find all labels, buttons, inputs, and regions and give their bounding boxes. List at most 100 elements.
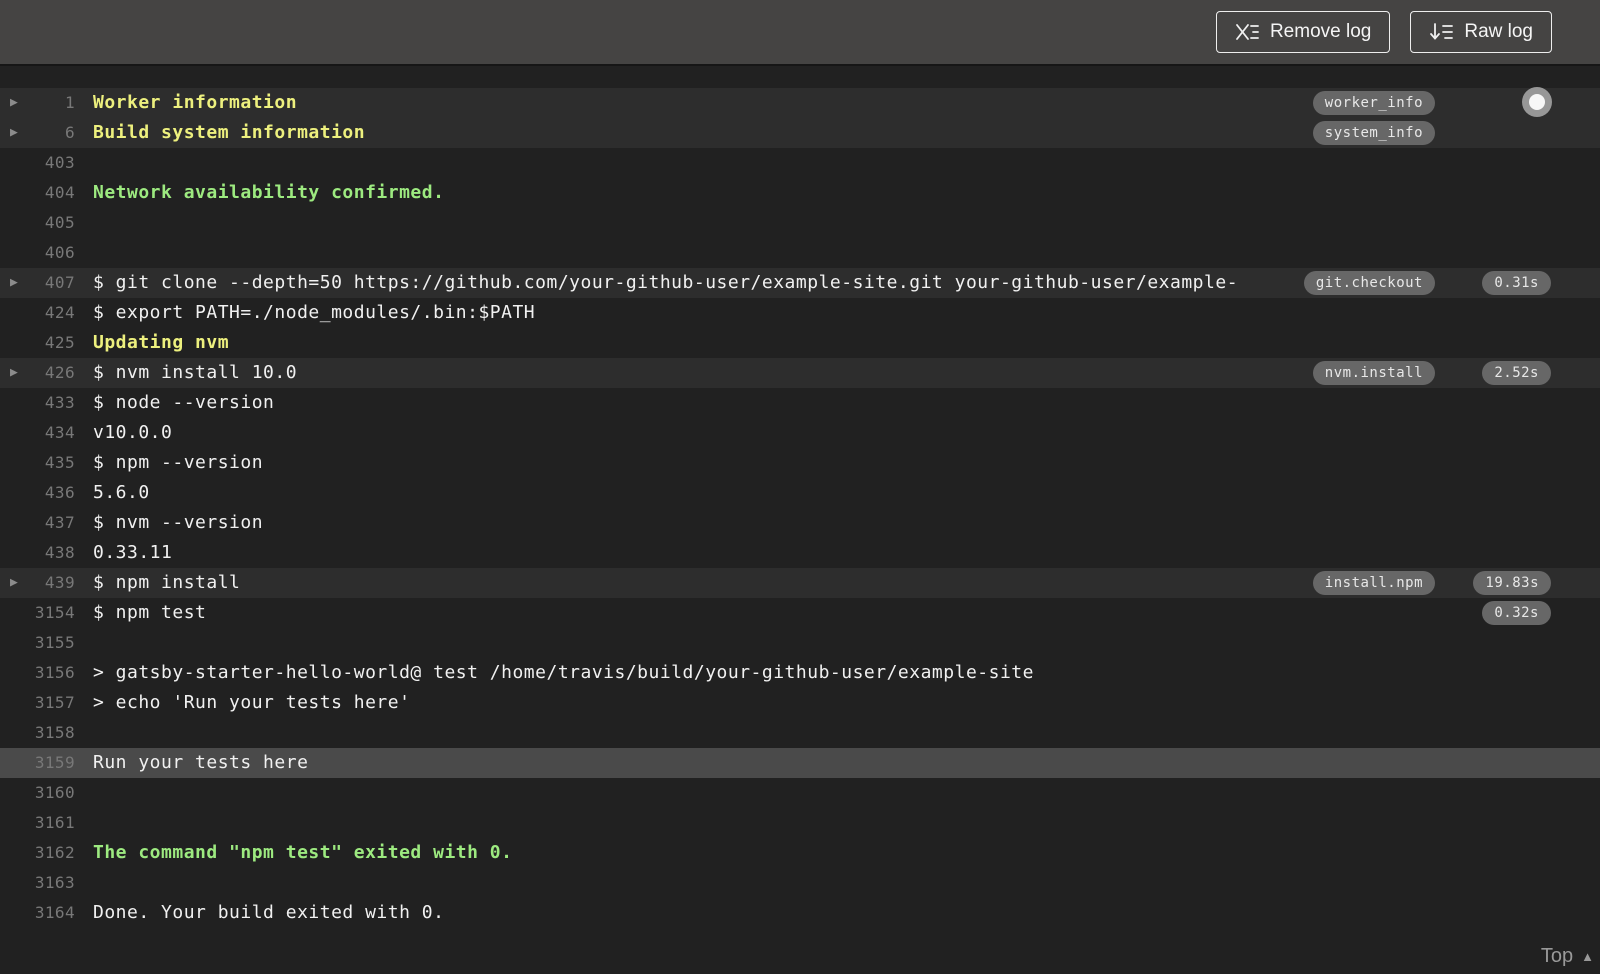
line-number-link[interactable]: 6 [65, 123, 75, 142]
log-line-text: Network availability confirmed. [93, 182, 445, 203]
log-row[interactable]: ▶ 6 Build system information system_info [0, 118, 1600, 148]
log-line-text: Done. Your build exited with 0. [93, 902, 445, 923]
log-row-gutter: 404 [0, 178, 93, 208]
log-rows: ▶ 1 Worker information worker_info ▶ 6 Build s… [0, 88, 1600, 928]
log-row: 405 [0, 208, 1600, 238]
log-row-gutter: 3162 [0, 838, 93, 868]
log-row: 403 [0, 148, 1600, 178]
fold-name-badge: system_info [1312, 121, 1435, 145]
log-row-gutter: 3154 [0, 598, 93, 628]
line-number-link[interactable]: 424 [45, 303, 75, 322]
line-number-link[interactable]: 3163 [35, 873, 75, 892]
line-number-link[interactable]: 3162 [35, 843, 75, 862]
log-line-text: $ npm test [93, 602, 207, 623]
log-line-text: > echo 'Run your tests here' [93, 692, 411, 713]
remove-log-label: Remove log [1269, 21, 1372, 42]
fold-toggle-icon[interactable]: ▶ [10, 568, 18, 598]
line-number-link[interactable]: 403 [45, 153, 75, 172]
remove-log-button[interactable]: Remove log [1215, 11, 1391, 53]
log-row: 3154 $ npm test 0.32s [0, 598, 1600, 628]
log-row-gutter: 3163 [0, 868, 93, 898]
line-number-link[interactable]: 3156 [35, 663, 75, 682]
log-row-gutter: ▶ 6 [0, 118, 93, 148]
log-row-gutter: ▶ 407 [0, 268, 93, 298]
raw-log-button[interactable]: Raw log [1410, 11, 1552, 53]
log-row-gutter: 437 [0, 508, 93, 538]
log-line-text: $ nvm --version [93, 512, 264, 533]
duration-badge: 2.52s [1482, 361, 1551, 385]
log-row: 3156 > gatsby-starter-hello-world@ test /… [0, 658, 1600, 688]
log-line-text: 5.6.0 [93, 482, 150, 503]
raw-log-icon [1429, 21, 1454, 43]
log-row: 436 5.6.0 [0, 478, 1600, 508]
duration-badge: 0.32s [1482, 601, 1551, 625]
line-number-link[interactable]: 439 [45, 573, 75, 592]
log-row: 3158 [0, 718, 1600, 748]
fold-name-badge: install.npm [1312, 571, 1435, 595]
log-row: 406 [0, 238, 1600, 268]
log-row-gutter: ▶ 439 [0, 568, 93, 598]
log-row: 3159 Run your tests here [0, 748, 1600, 778]
line-number-link[interactable]: 3158 [35, 723, 75, 742]
line-number-link[interactable]: 437 [45, 513, 75, 532]
log-line-text: 0.33.11 [93, 542, 173, 563]
log-line-text: The command "npm test" exited with 0. [93, 842, 513, 863]
log-row-gutter: 425 [0, 328, 93, 358]
log-row-gutter: 3161 [0, 808, 93, 838]
line-number-link[interactable]: 433 [45, 393, 75, 412]
line-number-link[interactable]: 426 [45, 363, 75, 382]
fold-toggle-icon[interactable]: ▶ [10, 358, 18, 388]
line-number-link[interactable]: 3157 [35, 693, 75, 712]
log-line-text: Build system information [93, 122, 366, 143]
fold-toggle-icon[interactable]: ▶ [10, 118, 18, 148]
log-line-text: $ npm --version [93, 452, 264, 473]
line-number-link[interactable]: 1 [65, 93, 75, 112]
log-row-gutter: 403 [0, 148, 93, 178]
scroll-position-indicator[interactable] [1522, 87, 1552, 117]
log-row-gutter: 405 [0, 208, 93, 238]
line-number-link[interactable]: 3160 [35, 783, 75, 802]
log-line-text: Run your tests here [93, 752, 309, 773]
line-number-link[interactable]: 438 [45, 543, 75, 562]
line-number-link[interactable]: 425 [45, 333, 75, 352]
log-row[interactable]: ▶ 426 $ nvm install 10.0 nvm.install 2.52s [0, 358, 1600, 388]
log-row-gutter: 3158 [0, 718, 93, 748]
raw-log-label: Raw log [1464, 21, 1533, 42]
line-number-link[interactable]: 405 [45, 213, 75, 232]
log-row: 433 $ node --version [0, 388, 1600, 418]
log-row-gutter: 433 [0, 388, 93, 418]
log-row-gutter: 3155 [0, 628, 93, 658]
line-number-link[interactable]: 3154 [35, 603, 75, 622]
line-number-link[interactable]: 3164 [35, 903, 75, 922]
chevron-up-icon: ▲ [1581, 949, 1594, 964]
fold-toggle-icon[interactable]: ▶ [10, 88, 18, 118]
line-number-link[interactable]: 3159 [35, 753, 75, 772]
log-line-text: v10.0.0 [93, 422, 173, 443]
line-number-link[interactable]: 3155 [35, 633, 75, 652]
log-row[interactable]: ▶ 1 Worker information worker_info [0, 88, 1600, 118]
line-number-link[interactable]: 436 [45, 483, 75, 502]
scroll-to-top-link[interactable]: Top ▲ [1541, 945, 1594, 968]
log-row-gutter: ▶ 1 [0, 88, 93, 118]
line-number-link[interactable]: 3161 [35, 813, 75, 832]
log-row-gutter: 3159 [0, 748, 93, 778]
line-number-link[interactable]: 407 [45, 273, 75, 292]
log-row: 435 $ npm --version [0, 448, 1600, 478]
line-number-link[interactable]: 435 [45, 453, 75, 472]
line-number-link[interactable]: 434 [45, 423, 75, 442]
log-row-gutter: 435 [0, 448, 93, 478]
log-row[interactable]: ▶ 439 $ npm install install.npm 19.83s [0, 568, 1600, 598]
log-row: 3160 [0, 778, 1600, 808]
duration-badge: 0.31s [1482, 271, 1551, 295]
log-row[interactable]: ▶ 407 $ git clone --depth=50 https://githu… [0, 268, 1600, 298]
log-row-gutter: 436 [0, 478, 93, 508]
line-number-link[interactable]: 406 [45, 243, 75, 262]
log-row: 424 $ export PATH=./node_modules/.bin:$PA… [0, 298, 1600, 328]
line-number-link[interactable]: 404 [45, 183, 75, 202]
log-row-gutter: 424 [0, 298, 93, 328]
log-row-gutter: 434 [0, 418, 93, 448]
log-row: 404 Network availability confirmed. [0, 178, 1600, 208]
fold-toggle-icon[interactable]: ▶ [10, 268, 18, 298]
log-row-gutter: 3160 [0, 778, 93, 808]
log-toolbar: Remove log Raw log [0, 0, 1600, 66]
